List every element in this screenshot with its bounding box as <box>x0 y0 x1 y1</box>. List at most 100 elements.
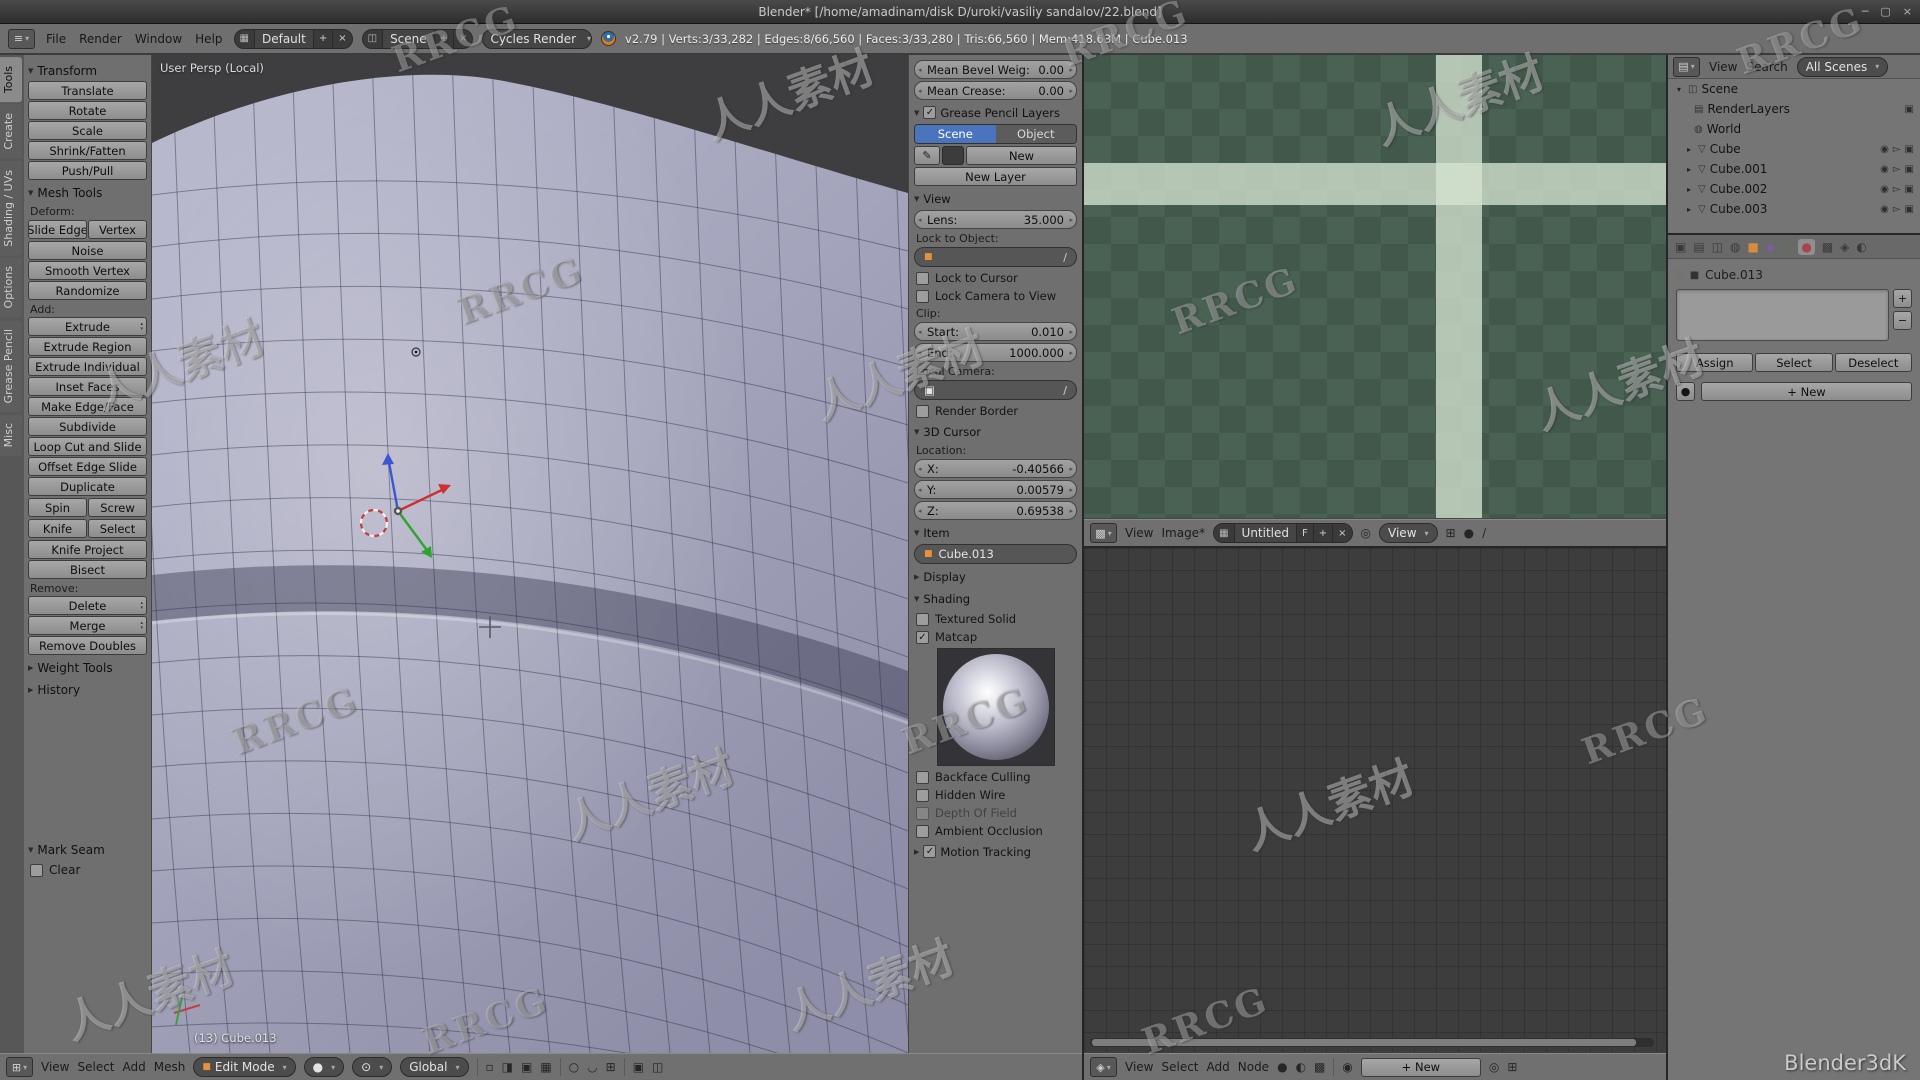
panel-display-header[interactable]: Display <box>914 567 1077 586</box>
eyedropper-icon[interactable]: ∕ <box>1063 384 1067 397</box>
snap-magnet-icon[interactable]: ◡ <box>587 1060 597 1074</box>
tab-shading-uvs[interactable]: Shading / UVs <box>0 160 22 256</box>
menu-help[interactable]: Help <box>193 32 224 46</box>
assign-button[interactable]: Assign <box>1676 353 1754 372</box>
panel-3d-cursor-header[interactable]: 3D Cursor <box>914 422 1077 441</box>
add-layout-button[interactable]: + <box>312 29 333 48</box>
texture-tab-icon[interactable]: ▩ <box>1822 240 1833 254</box>
renderable-icon[interactable]: ▣ <box>1905 164 1914 175</box>
compositing-nodes-icon[interactable]: ◐ <box>1296 1060 1306 1074</box>
motion-tracking-checkbox[interactable] <box>923 845 937 858</box>
tab-tools[interactable]: Tools <box>0 57 22 103</box>
spin-button[interactable]: Spin <box>28 498 87 517</box>
outliner-row-cube[interactable]: ▸ ▽ Cube ◉ ▻ ▣ <box>1668 139 1920 159</box>
node-editor-hscrollbar[interactable] <box>1090 1038 1654 1047</box>
clip-start-field[interactable]: Start: 0.010 <box>914 322 1077 341</box>
collapse-icon[interactable]: ▾ <box>1674 85 1684 94</box>
outliner-editor-type-icon[interactable]: ▤ <box>1673 56 1700 77</box>
material-slot-list[interactable] <box>1676 289 1889 341</box>
scene-selector[interactable]: ◫ Scene + × <box>361 28 474 49</box>
lens-field[interactable]: Lens: 35.000 <box>914 210 1077 229</box>
selectable-icon[interactable]: ▻ <box>1893 144 1901 155</box>
panel-mesh-tools-header[interactable]: Mesh Tools <box>28 183 147 202</box>
hidden-wire-checkbox[interactable]: Hidden Wire <box>916 788 1077 802</box>
knife-button[interactable]: Knife <box>28 519 87 538</box>
new-material-button[interactable]: + New <box>1360 1057 1481 1077</box>
image-mode-selector[interactable]: View <box>1379 523 1438 543</box>
mean-bevel-weight-field[interactable]: Mean Bevel Weig: 0.00 <box>914 60 1077 79</box>
collapse-icon[interactable]: ▸ <box>1684 185 1694 194</box>
gp-scene-tab[interactable]: Scene <box>915 125 996 143</box>
add-scene-button[interactable]: + <box>433 29 454 48</box>
selectable-icon[interactable]: ▻ <box>1893 204 1901 215</box>
pivot-point-selector[interactable]: ⊙ <box>352 1057 393 1077</box>
material-tab-icon[interactable]: ● <box>1798 238 1815 255</box>
cursor-x-field[interactable]: X: -0.40566 <box>914 459 1077 478</box>
depth-of-field-checkbox[interactable]: Depth Of Field <box>916 806 1077 820</box>
outliner-row-cube001[interactable]: ▸ ▽ Cube.001 ◉ ▻ ▣ <box>1668 159 1920 179</box>
extrude-individual-button[interactable]: Extrude Individual <box>28 357 147 376</box>
select-button[interactable]: Select <box>1755 353 1833 372</box>
scale-button[interactable]: Scale <box>28 121 147 140</box>
tab-create[interactable]: Create <box>0 104 22 159</box>
menu-window[interactable]: Window <box>133 32 184 46</box>
image-datablock-selector[interactable]: ▦ Untitled F + × <box>1213 523 1353 543</box>
clip-end-field[interactable]: End: 1000.000 <box>914 343 1077 362</box>
image-editor-canvas[interactable] <box>1084 55 1666 518</box>
delete-scene-button[interactable]: × <box>453 29 473 48</box>
maximize-button[interactable]: ▢ <box>1880 5 1890 18</box>
node-menu-add[interactable]: Add <box>1207 1060 1230 1074</box>
node-menu-view[interactable]: View <box>1125 1060 1153 1074</box>
viewport-menu-add[interactable]: Add <box>123 1060 146 1074</box>
outliner-row-scene[interactable]: ▾ ◫ Scene <box>1668 79 1920 99</box>
hide-icon[interactable]: ◉ <box>1880 184 1889 195</box>
node-menu-node[interactable]: Node <box>1238 1060 1269 1074</box>
lock-to-cursor-checkbox[interactable]: Lock to Cursor <box>916 271 1077 285</box>
viewport-shading-selector[interactable]: ● <box>303 1057 345 1077</box>
minimize-button[interactable]: ─ <box>1862 5 1869 18</box>
delete-layout-button[interactable]: × <box>332 29 352 48</box>
display-channels-icon[interactable]: ⊞ <box>1446 526 1456 540</box>
selectable-icon[interactable]: ▻ <box>1893 184 1901 195</box>
proportional-edit-icon[interactable]: ○ <box>569 1060 579 1074</box>
subdivide-button[interactable]: Subdivide <box>28 417 147 436</box>
duplicate-button[interactable]: Duplicate <box>28 477 147 496</box>
particles-tab-icon[interactable]: ◈ <box>1840 240 1849 254</box>
remove-doubles-button[interactable]: Remove Doubles <box>28 636 147 655</box>
hide-icon[interactable]: ◉ <box>1880 144 1889 155</box>
panel-item-header[interactable]: Item <box>914 523 1077 542</box>
noise-button[interactable]: Noise <box>28 241 147 260</box>
cursor-y-field[interactable]: Y: 0.00579 <box>914 480 1077 499</box>
selectable-icon[interactable]: ▻ <box>1893 164 1901 175</box>
object-tab-icon[interactable]: ■ <box>1748 240 1759 254</box>
renderable-icon[interactable]: ▣ <box>1905 184 1914 195</box>
tab-misc[interactable]: Misc <box>0 414 22 457</box>
material-browse-icon[interactable]: ◉ <box>1342 1060 1352 1074</box>
outliner-display-mode[interactable]: All Scenes <box>1796 56 1889 77</box>
panel-weight-tools-header[interactable]: Weight Tools <box>28 658 147 677</box>
slide-edge-button[interactable]: Slide Edge <box>28 220 87 239</box>
viewport-canvas[interactable]: User Persp (Local) (13) Cube.013 <box>152 55 908 1053</box>
local-camera-picker[interactable]: ▣ ∕ <box>914 380 1077 400</box>
node-menu-select[interactable]: Select <box>1161 1060 1198 1074</box>
mean-crease-field[interactable]: Mean Crease: 0.00 <box>914 81 1077 100</box>
transform-orientation-selector[interactable]: Global <box>400 1057 469 1077</box>
matcap-checkbox[interactable]: Matcap <box>916 630 1077 644</box>
make-edge-face-button[interactable]: Make Edge/Face <box>28 397 147 416</box>
image-editor-type-icon[interactable]: ▩ <box>1090 523 1117 543</box>
node-editor-type-icon[interactable]: ◈ <box>1090 1057 1117 1077</box>
collapse-icon[interactable]: ▸ <box>1684 205 1694 214</box>
grease-pencil-checkbox[interactable] <box>923 106 937 119</box>
hide-icon[interactable]: ◉ <box>1880 164 1889 175</box>
knife-select-button[interactable]: Select <box>88 519 147 538</box>
backface-culling-checkbox[interactable]: Backface Culling <box>916 770 1077 784</box>
slide-vertex-button[interactable]: Vertex <box>88 220 147 239</box>
menu-file[interactable]: File <box>44 32 68 46</box>
menu-render[interactable]: Render <box>77 32 124 46</box>
screen-layout-selector[interactable]: ▦ Default + × <box>233 28 353 49</box>
grease-pencil-source-toggle[interactable]: Scene Object <box>914 124 1077 144</box>
outliner-row-renderlayers[interactable]: ▤ RenderLayers ▣ <box>1668 99 1920 119</box>
tab-grease-pencil[interactable]: Grease Pencil <box>0 319 22 413</box>
delete-button[interactable]: Delete <box>28 596 147 615</box>
viewport-editor-type-icon[interactable]: ⊞ <box>6 1057 33 1077</box>
